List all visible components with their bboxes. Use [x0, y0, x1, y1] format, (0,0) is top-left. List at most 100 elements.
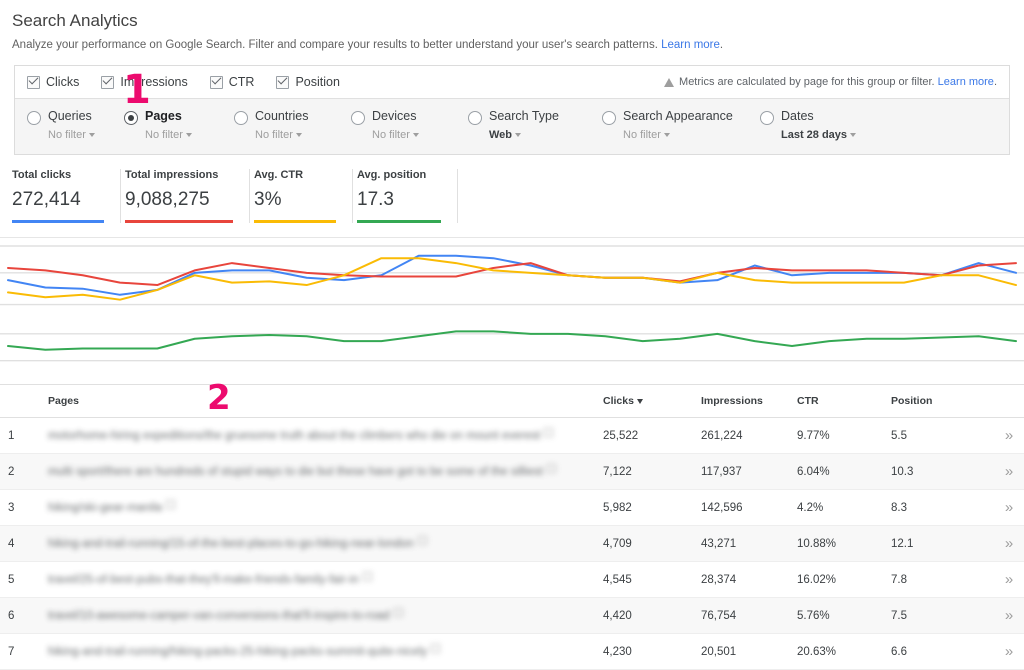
dimension-filter[interactable]: No filter: [48, 129, 95, 143]
row-expand-cell: »: [987, 561, 1024, 599]
column-header-position[interactable]: Position: [891, 385, 987, 419]
dimension-filter-text: No filter: [623, 128, 661, 141]
dimension-label: Pages: [145, 109, 182, 123]
table-header-row: Pages Clicks Impressions CTR Position: [0, 385, 1024, 419]
column-header-index: [0, 385, 48, 419]
table-row[interactable]: 3 hiking/ski-gear-manila 5,982 142,596 4.2% 8…: [0, 489, 1024, 527]
expand-row-icon[interactable]: »: [1005, 427, 1013, 444]
row-page-url[interactable]: multi sport/there are hundreds of stupid…: [48, 453, 603, 491]
row-index: 7: [0, 633, 48, 670]
row-page-url[interactable]: hiking-and-trail-running/15-of-the-best-…: [48, 525, 603, 563]
row-index: 4: [0, 525, 48, 563]
column-header-impressions[interactable]: Impressions: [701, 385, 797, 419]
table-row[interactable]: 4 hiking-and-trail-running/15-of-the-best…: [0, 525, 1024, 563]
metric-checkbox-position[interactable]: Position: [276, 75, 340, 89]
table-row[interactable]: 7 hiking-and-trail-running/hiking-packs-2…: [0, 633, 1024, 670]
dimension-label: Search Appearance: [623, 109, 733, 123]
dimension-label: Search Type: [489, 109, 559, 123]
row-page-url[interactable]: hiking/ski-gear-manila: [48, 489, 603, 527]
row-page-url[interactable]: motorhome-hiring expeditions/the gruesom…: [48, 417, 603, 455]
external-link-icon: [547, 464, 556, 474]
metric-label: Position: [295, 75, 340, 89]
metric-checkbox-clicks[interactable]: Clicks: [27, 75, 79, 89]
radio-icon: [760, 111, 774, 125]
metric-checkbox-impressions[interactable]: Impressions: [101, 75, 188, 89]
header-learn-more-link[interactable]: Learn more: [661, 39, 720, 51]
row-impressions: 43,271: [701, 525, 797, 563]
row-ctr: 20.63%: [797, 633, 891, 670]
row-position: 10.3: [891, 453, 987, 491]
dimension-dates[interactable]: Dates Last 28 days: [760, 109, 900, 142]
row-expand-cell: »: [987, 597, 1024, 635]
table-row[interactable]: 6 travel/10-awesome-camper-van-conversion…: [0, 597, 1024, 635]
table-row[interactable]: 1 motorhome-hiring expeditions/the grueso…: [0, 417, 1024, 455]
summary-value: 9,088,275: [125, 189, 210, 211]
row-expand-cell: »: [987, 417, 1024, 455]
row-position: 6.6: [891, 633, 987, 670]
page-header: Search Analytics Analyze your performanc…: [0, 0, 1024, 53]
row-impressions: 117,937: [701, 453, 797, 491]
external-link-icon: [431, 644, 441, 654]
summary-label: Total clicks: [12, 169, 72, 182]
expand-row-icon[interactable]: »: [1005, 643, 1013, 660]
dimension-search-appearance[interactable]: Search Appearance No filter: [602, 109, 760, 142]
dimension-devices[interactable]: Devices No filter: [351, 109, 468, 142]
dimension-filter[interactable]: No filter: [372, 129, 419, 143]
summary-card-total-clicks: Total clicks 272,414: [8, 169, 121, 224]
dimension-filter[interactable]: Web: [489, 129, 559, 143]
metrics-chart[interactable]: [0, 237, 1024, 378]
dimension-filter-text: No filter: [255, 128, 293, 141]
row-index: 2: [0, 453, 48, 491]
dimension-queries[interactable]: Queries No filter: [27, 109, 124, 142]
column-header-pages[interactable]: Pages: [48, 385, 603, 419]
row-page-url[interactable]: travel/10-awesome-camper-van-conversions…: [48, 597, 603, 635]
chevron-down-icon: [663, 132, 670, 137]
row-ctr: 5.76%: [797, 597, 891, 635]
row-ctr: 16.02%: [797, 561, 891, 599]
metrics-note-learn-more-link[interactable]: Learn more: [938, 76, 994, 88]
dimension-filter[interactable]: No filter: [145, 129, 192, 143]
column-header-clicks[interactable]: Clicks: [603, 385, 701, 419]
row-clicks: 4,709: [603, 525, 701, 563]
warning-icon: [664, 77, 675, 87]
row-expand-cell: »: [987, 633, 1024, 670]
row-index: 3: [0, 489, 48, 527]
summary-value: 272,414: [12, 189, 81, 211]
metric-checkbox-ctr[interactable]: CTR: [209, 75, 254, 89]
table-row[interactable]: 2 multi sport/there are hundreds of stupi…: [0, 453, 1024, 491]
dimension-filter-text: No filter: [145, 128, 183, 141]
row-impressions: 20,501: [701, 633, 797, 670]
expand-row-icon[interactable]: »: [1005, 607, 1013, 624]
row-index: 5: [0, 561, 48, 599]
expand-row-icon[interactable]: »: [1005, 571, 1013, 588]
expand-row-icon[interactable]: »: [1005, 535, 1013, 552]
row-position: 8.3: [891, 489, 987, 527]
external-link-icon: [393, 608, 403, 618]
row-clicks: 7,122: [603, 453, 701, 491]
redacted-page-url: hiking/ski-gear-manila: [48, 500, 176, 514]
expand-row-icon[interactable]: »: [1005, 463, 1013, 480]
redacted-page-url: motorhome-hiring expeditions/the gruesom…: [48, 428, 554, 442]
row-ctr: 9.77%: [797, 417, 891, 455]
dimension-pages[interactable]: Pages No filter: [124, 109, 234, 142]
dimension-search-type[interactable]: Search Type Web: [468, 109, 602, 142]
dimension-label: Dates: [781, 109, 814, 123]
summary-color-bar: [254, 220, 336, 224]
table-row[interactable]: 5 travel/25-of-best-pubs-that-they'll-mak…: [0, 561, 1024, 599]
row-ctr: 4.2%: [797, 489, 891, 527]
page-description-text: Analyze your performance on Google Searc…: [12, 39, 658, 51]
summary-color-bar: [12, 220, 104, 224]
dimension-filter[interactable]: No filter: [255, 129, 309, 143]
expand-row-icon[interactable]: »: [1005, 499, 1013, 516]
summary-cards: Total clicks 272,414 Total impressions 9…: [8, 169, 1024, 224]
dimension-countries[interactable]: Countries No filter: [234, 109, 351, 142]
column-header-ctr[interactable]: CTR: [797, 385, 891, 419]
dimension-filter[interactable]: Last 28 days: [781, 129, 857, 143]
chevron-down-icon: [412, 132, 419, 137]
row-page-url[interactable]: hiking-and-trail-running/hiking-packs-25…: [48, 633, 603, 670]
dimension-filter-text: No filter: [48, 128, 86, 141]
filter-panel: Clicks Impressions CTR Position Metrics …: [14, 65, 1010, 156]
row-page-url[interactable]: travel/25-of-best-pubs-that-they'll-make…: [48, 561, 603, 599]
chart-line-ctr: [7, 257, 1017, 302]
dimension-filter[interactable]: No filter: [623, 129, 733, 143]
